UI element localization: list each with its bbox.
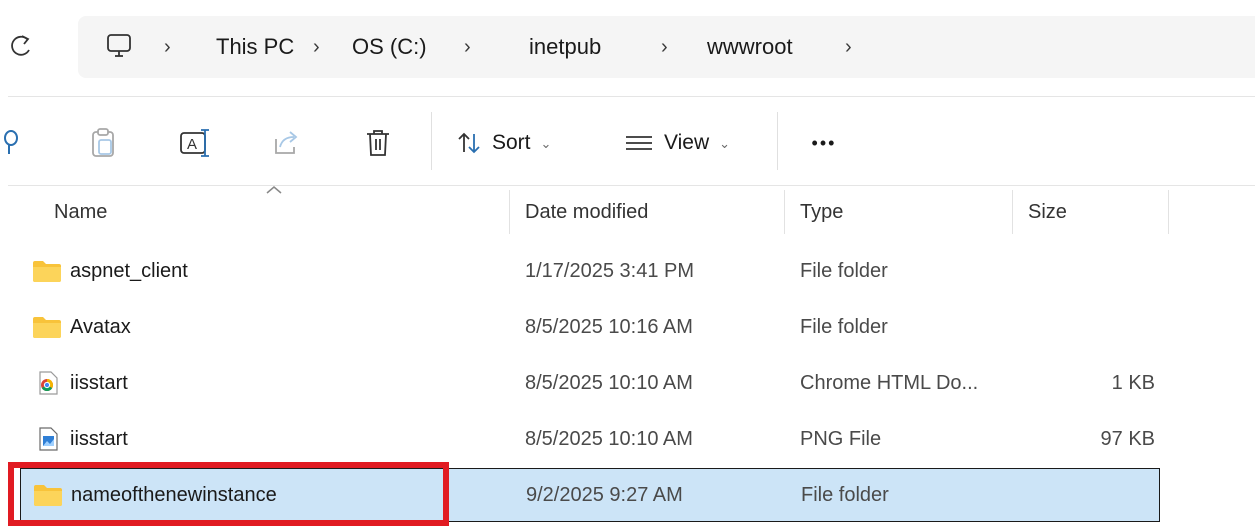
toolbar-separator [777, 112, 778, 170]
file-row[interactable]: nameofthenewinstance 9/2/2025 9:27 AM File… [20, 468, 1160, 522]
delete-button[interactable] [358, 124, 398, 162]
column-divider[interactable] [509, 190, 510, 234]
sort-button[interactable]: Sort ⌄ [456, 124, 586, 162]
file-name: iisstart [70, 427, 128, 450]
file-name: nameofthenewinstance [71, 483, 277, 506]
file-row[interactable]: aspnet_client 1/17/2025 3:41 PM File folde… [20, 244, 1160, 298]
view-label: View [664, 131, 710, 154]
view-button[interactable]: View ⌄ [624, 124, 764, 162]
share-button[interactable] [266, 124, 306, 162]
file-size [1040, 244, 1155, 298]
file-name: Avatax [70, 315, 131, 338]
file-date-modified: 8/5/2025 10:16 AM [525, 315, 693, 338]
more-button[interactable]: ••• [798, 124, 850, 162]
column-divider[interactable] [1168, 190, 1169, 234]
share-icon [275, 131, 298, 154]
file-date-modified: 8/5/2025 10:10 AM [525, 371, 693, 394]
chevron-right-icon[interactable]: › [464, 16, 471, 78]
breadcrumb-os-c[interactable]: OS (C:) [352, 16, 427, 78]
folder-icon [32, 244, 62, 298]
rename-icon: A [180, 129, 209, 157]
sort-label: Sort [492, 131, 531, 154]
file-row[interactable]: iisstart 8/5/2025 10:10 AM PNG File 97 KB [20, 412, 1160, 466]
refresh-icon[interactable] [8, 30, 34, 62]
file-type: File folder [800, 259, 888, 282]
sort-ascending-icon [266, 186, 282, 194]
folder-icon [33, 469, 63, 521]
file-date-modified: 8/5/2025 10:10 AM [525, 427, 693, 450]
chevron-right-icon[interactable]: › [164, 16, 171, 78]
svg-text:A: A [187, 136, 197, 153]
file-date-modified: 1/17/2025 3:41 PM [525, 259, 695, 282]
chevron-right-icon[interactable]: › [313, 16, 320, 78]
column-divider[interactable] [784, 190, 785, 234]
address-bar[interactable]: › This PC › OS (C:) › inetpub › wwwroot … [78, 16, 1255, 78]
png-image-icon [37, 412, 59, 466]
column-header-type[interactable]: Type [800, 190, 843, 234]
column-header-date-modified[interactable]: Date modified [525, 190, 648, 234]
file-size: 97 KB [1100, 427, 1155, 450]
chevron-down-icon: ⌄ [719, 136, 731, 151]
file-size [1040, 300, 1155, 354]
copy-icon [92, 128, 114, 157]
divider [8, 185, 1255, 186]
sort-icon [458, 132, 480, 154]
computer-icon[interactable] [104, 30, 134, 62]
chevron-down-icon: ⌄ [540, 136, 552, 151]
file-date-modified: 9/2/2025 9:27 AM [526, 483, 683, 506]
more-icon: ••• [811, 132, 837, 153]
file-size: 1 KB [1111, 371, 1155, 394]
column-header-size[interactable]: Size [1028, 190, 1067, 234]
file-row[interactable]: Avatax 8/5/2025 10:16 AM File folder [20, 300, 1160, 354]
trash-icon [367, 130, 389, 156]
file-type: File folder [801, 483, 889, 506]
cut-icon [4, 130, 18, 154]
file-type: Chrome HTML Do... [800, 371, 979, 394]
breadcrumb-wwwroot[interactable]: wwwroot [707, 16, 793, 78]
copy-button[interactable] [86, 124, 122, 162]
chevron-right-icon[interactable]: › [845, 16, 852, 78]
chevron-right-icon[interactable]: › [661, 16, 668, 78]
divider [8, 96, 1255, 97]
breadcrumb-inetpub[interactable]: inetpub [529, 16, 601, 78]
file-type: PNG File [800, 427, 882, 450]
file-type: File folder [800, 315, 888, 338]
file-name: aspnet_client [70, 259, 188, 282]
file-row[interactable]: iisstart 8/5/2025 10:10 AM Chrome HTML Do.… [20, 356, 1160, 410]
column-divider[interactable] [1012, 190, 1013, 234]
view-lines-icon [626, 136, 652, 150]
file-size [1041, 469, 1156, 521]
cut-button[interactable] [0, 124, 22, 162]
folder-icon [32, 300, 62, 354]
chrome-html-icon [37, 356, 59, 410]
column-header-name[interactable]: Name [54, 190, 107, 234]
toolbar-separator [431, 112, 432, 170]
breadcrumb-this-pc[interactable]: This PC [216, 16, 294, 78]
file-name: iisstart [70, 371, 128, 394]
rename-button[interactable]: A [176, 124, 216, 162]
